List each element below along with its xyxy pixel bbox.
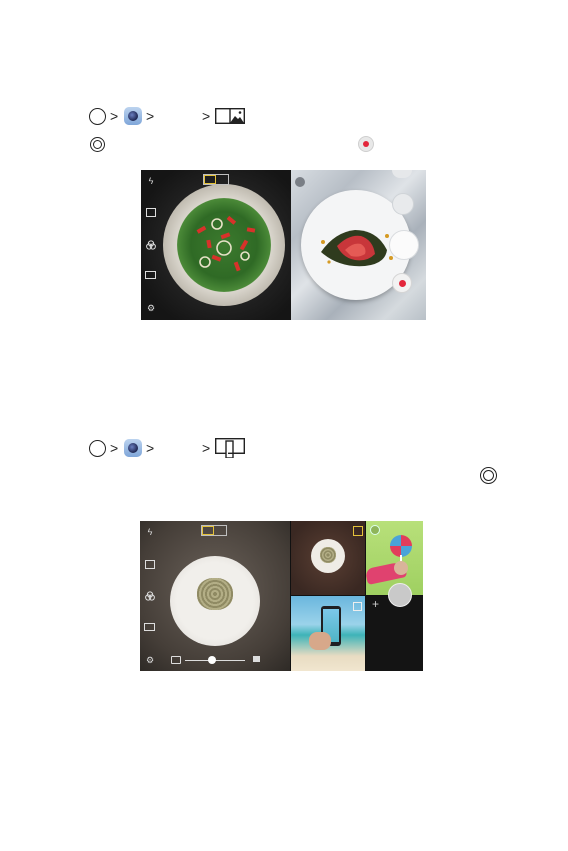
left-viewfinder[interactable]: ϟ ⚙: [141, 170, 291, 320]
grid-shot-mode-icon: [214, 437, 246, 463]
switch-camera-icon[interactable]: [146, 208, 156, 217]
mode-toggle[interactable]: [201, 525, 227, 536]
camera-app-icon: [124, 439, 142, 457]
split-view-mode-icon: [214, 107, 246, 129]
shutter-ring-icon: [90, 137, 105, 152]
grid-tile-empty[interactable]: +: [366, 596, 423, 671]
chevron-right-icon: >: [146, 108, 155, 124]
mode-toggle-photo[interactable]: [202, 526, 214, 535]
record-button[interactable]: [392, 273, 412, 293]
aspect-ratio-icon[interactable]: [144, 623, 155, 631]
record-button-icon: [358, 136, 374, 152]
zoom-slider-knob[interactable]: [208, 656, 216, 664]
chevron-right-icon: >: [202, 108, 211, 124]
right-viewfinder[interactable]: [291, 170, 426, 320]
chevron-right-icon: >: [202, 440, 211, 456]
tile-pause-icon[interactable]: [370, 525, 380, 535]
camera-small-icon: [171, 656, 181, 664]
chevron-right-icon: >: [110, 108, 119, 124]
filter-icon[interactable]: [145, 591, 155, 601]
settings-icon[interactable]: ⚙: [146, 303, 156, 313]
mode-toggle[interactable]: [203, 174, 229, 185]
tomato-pieces: [196, 215, 256, 272]
tile-noodles: [320, 547, 336, 563]
grid-tile-noodles[interactable]: [291, 521, 365, 595]
gallery-small-icon: [253, 656, 260, 662]
shutter-ring-icon: [480, 467, 497, 484]
tile-select-icon[interactable]: [353, 526, 363, 536]
chevron-right-icon: >: [146, 440, 155, 456]
add-icon[interactable]: +: [372, 598, 379, 610]
hand: [394, 561, 408, 575]
lollipop: [390, 535, 412, 557]
noodles: [197, 578, 233, 610]
home-circle-icon: [89, 108, 106, 125]
shutter-button[interactable]: [388, 583, 412, 607]
hand: [309, 632, 331, 650]
flash-off-icon[interactable]: ϟ: [146, 176, 156, 186]
steak: [321, 230, 393, 267]
collapse-chevron-icon[interactable]: [392, 170, 412, 178]
pause-icon[interactable]: [295, 177, 305, 187]
shutter-button[interactable]: [389, 230, 419, 260]
settings-icon[interactable]: ⚙: [145, 655, 155, 665]
tile-select-icon[interactable]: [353, 602, 362, 611]
camera-app-icon: [124, 107, 142, 125]
aspect-ratio-icon[interactable]: [145, 271, 156, 279]
record-dot-icon: [399, 280, 406, 287]
chevron-right-icon: >: [110, 440, 119, 456]
home-circle-icon: [89, 440, 106, 457]
filter-icon[interactable]: [146, 240, 156, 250]
mode-toggle-photo[interactable]: [204, 175, 216, 184]
flash-off-icon[interactable]: ϟ: [145, 527, 155, 537]
mode-toggle-video[interactable]: [214, 526, 226, 535]
gallery-icon[interactable]: [392, 193, 414, 215]
grid-tile-phone-beach[interactable]: [291, 596, 365, 671]
split-view-screen: ϟ ⚙: [141, 170, 426, 320]
main-viewfinder[interactable]: ϟ ⚙: [140, 521, 290, 671]
switch-camera-icon[interactable]: [145, 560, 155, 569]
grid-shot-screen: ϟ ⚙ +: [140, 521, 423, 671]
mode-toggle-video[interactable]: [216, 175, 228, 184]
